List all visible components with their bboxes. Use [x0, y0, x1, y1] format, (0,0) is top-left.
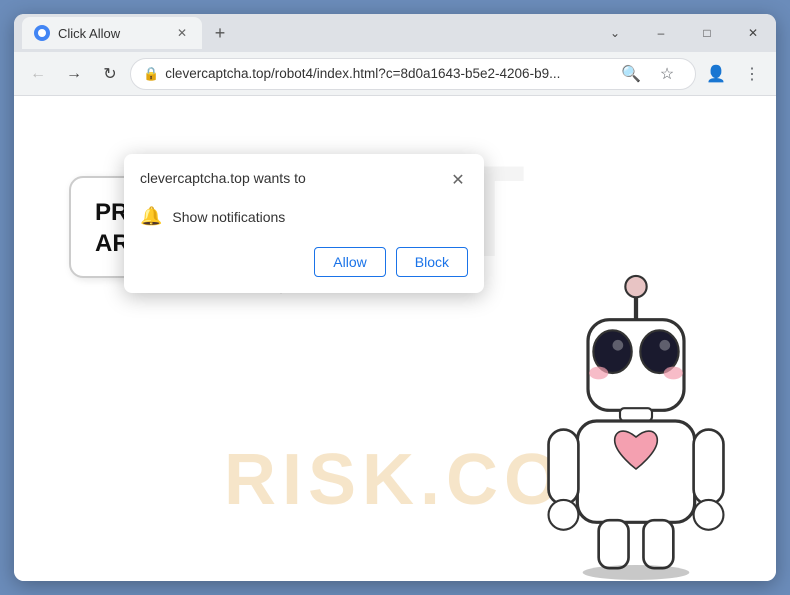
search-icon[interactable]: 🔍	[615, 58, 647, 90]
page-content: PCT RISK.CO PROVE YOU ARE NOT A ROBOT!	[14, 96, 776, 581]
back-button[interactable]: ←	[22, 58, 54, 90]
watermark-risk: RISK.CO	[224, 439, 566, 521]
forward-button[interactable]: →	[58, 58, 90, 90]
robot-image	[526, 261, 746, 581]
tabs-bar: Click Allow ✕ + ⌄ – □ ✕	[14, 14, 776, 52]
lock-icon: 🔒	[143, 66, 159, 82]
active-tab[interactable]: Click Allow ✕	[22, 17, 202, 49]
account-icon[interactable]: 👤	[700, 58, 732, 90]
popup-header: clevercaptcha.top wants to ✕	[140, 170, 468, 190]
chevron-down-button[interactable]: ⌄	[592, 17, 638, 49]
new-tab-button[interactable]: +	[206, 19, 234, 47]
browser-window: Click Allow ✕ + ⌄ – □ ✕ ← → ↻ 🔒 cleverca…	[14, 14, 776, 581]
toolbar: ← → ↻ 🔒 clevercaptcha.top/robot4/index.h…	[14, 52, 776, 96]
block-button[interactable]: Block	[396, 247, 468, 277]
permission-text: Show notifications	[172, 209, 285, 225]
address-bar-icons: 🔍 ☆	[615, 58, 683, 90]
tab-close-button[interactable]: ✕	[174, 25, 190, 41]
popup-buttons: Allow Block	[140, 247, 468, 277]
maximize-button[interactable]: □	[684, 17, 730, 49]
url-text: clevercaptcha.top/robot4/index.html?c=8d…	[165, 66, 609, 81]
tab-title: Click Allow	[58, 26, 166, 41]
popup-close-button[interactable]: ✕	[448, 170, 468, 190]
address-bar[interactable]: 🔒 clevercaptcha.top/robot4/index.html?c=…	[130, 58, 696, 90]
minimize-button[interactable]: –	[638, 17, 684, 49]
allow-button[interactable]: Allow	[314, 247, 385, 277]
refresh-button[interactable]: ↻	[94, 58, 126, 90]
popup-permission-row: 🔔 Show notifications	[140, 202, 468, 231]
bell-icon: 🔔	[140, 206, 162, 227]
popup-title: clevercaptcha.top wants to	[140, 170, 306, 186]
menu-icon[interactable]: ⋮	[736, 58, 768, 90]
tab-favicon	[34, 25, 50, 41]
bookmark-icon[interactable]: ☆	[651, 58, 683, 90]
close-button[interactable]: ✕	[730, 17, 776, 49]
notification-popup: clevercaptcha.top wants to ✕ 🔔 Show noti…	[124, 154, 484, 293]
